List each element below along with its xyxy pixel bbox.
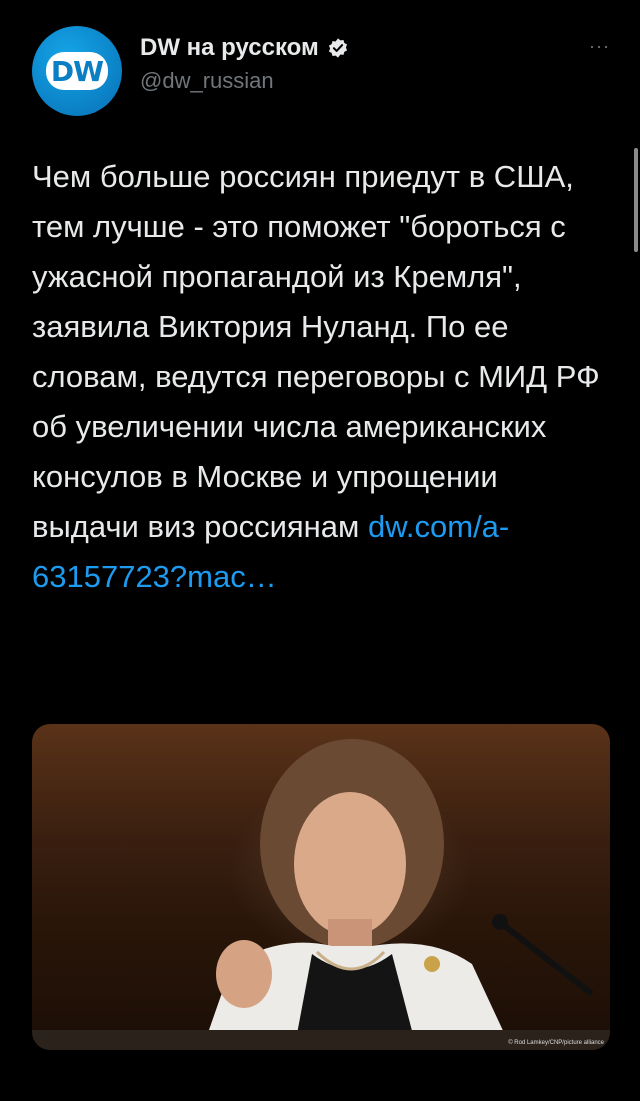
tweet-header: DW DW на русском @dw_russian ···	[32, 26, 612, 116]
photo-illustration	[32, 739, 610, 1050]
more-options-icon[interactable]: ···	[589, 36, 610, 57]
author-block: DW на русском @dw_russian	[140, 34, 349, 94]
scrollbar[interactable]	[634, 148, 638, 252]
dw-logo-icon: DW	[46, 52, 108, 90]
author-name-row[interactable]: DW на русском	[140, 34, 349, 62]
tweet-body: Чем больше россиян приедут в США, тем лу…	[32, 159, 600, 544]
tweet-media-photo[interactable]: © Rod Lamkey/CNP/picture alliance	[32, 724, 610, 1050]
avatar[interactable]: DW	[32, 26, 122, 116]
verified-badge-icon	[328, 38, 347, 58]
tweet-text: Чем больше россиян приедут в США, тем лу…	[32, 152, 612, 602]
display-name[interactable]: DW на русском	[140, 34, 319, 62]
photo-credit: © Rod Lamkey/CNP/picture alliance	[508, 1040, 604, 1046]
handle[interactable]: @dw_russian	[140, 68, 349, 94]
